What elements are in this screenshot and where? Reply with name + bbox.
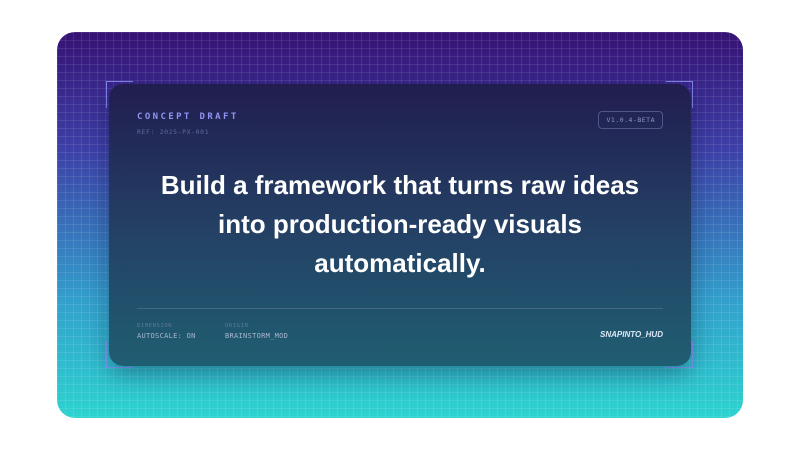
meta-origin: ORIGIN BRAINSTORM_MOD	[225, 323, 288, 340]
meta-value: BRAINSTORM_MOD	[225, 332, 289, 340]
meta-label: DIMENSION	[137, 323, 173, 329]
meta-dimension: DIMENSION AUTOSCALE: ON	[137, 323, 196, 340]
divider	[137, 308, 663, 309]
hero-frame: CONCEPT DRAFT REF: 2025-PX-001 V1.0.4-BE…	[57, 32, 743, 418]
concept-card: CONCEPT DRAFT REF: 2025-PX-001 V1.0.4-BE…	[109, 84, 691, 366]
meta-label: ORIGIN	[225, 323, 249, 329]
brand-label: SNAPINTO_HUD	[600, 330, 663, 339]
card-ref: REF: 2025-PX-001	[137, 128, 210, 136]
headline: Build a framework that turns raw ideas i…	[160, 170, 640, 278]
meta-value: AUTOSCALE: ON	[137, 332, 196, 340]
card-kicker: CONCEPT DRAFT	[137, 112, 239, 122]
version-badge: V1.0.4-BETA	[598, 111, 663, 129]
